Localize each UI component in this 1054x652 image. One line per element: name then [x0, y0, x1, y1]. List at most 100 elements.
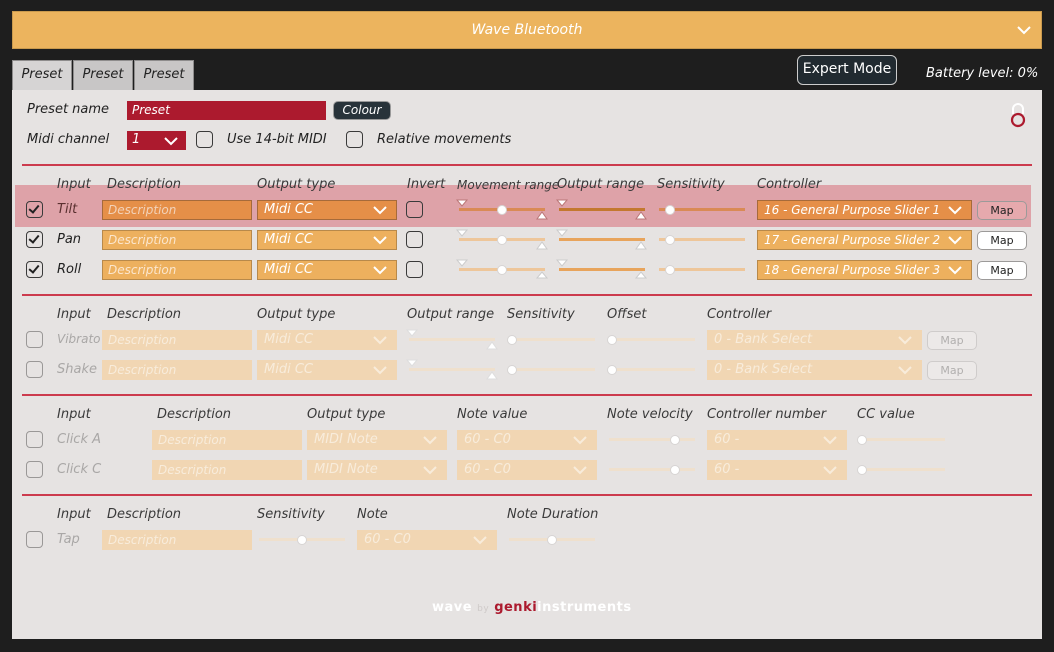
output-type-select[interactable]: MIDI Note — [307, 430, 447, 450]
device-dropdown[interactable]: Wave Bluetooth — [12, 11, 1042, 49]
note-velocity-slider[interactable] — [609, 438, 695, 441]
note-select[interactable]: 60 - C0 — [357, 530, 497, 550]
slider-knob[interactable] — [547, 535, 557, 545]
invert-checkbox[interactable] — [406, 261, 423, 278]
output-range-slider[interactable] — [409, 338, 495, 341]
slider-knob[interactable] — [507, 335, 517, 345]
header-description: Description — [107, 307, 182, 322]
controller-select[interactable]: 18 - General Purpose Slider 3 — [757, 260, 972, 280]
row-enable-checkbox[interactable] — [26, 431, 43, 448]
slider-knob[interactable] — [497, 235, 507, 245]
output-type-select[interactable]: Midi CC — [257, 260, 397, 280]
slider-knob[interactable] — [665, 205, 675, 215]
slider-knob[interactable] — [297, 535, 307, 545]
note-velocity-slider[interactable] — [609, 468, 695, 471]
row-enable-checkbox[interactable] — [26, 261, 43, 278]
map-button[interactable]: Map — [977, 261, 1027, 280]
midi-channel-select[interactable]: 1 — [127, 131, 186, 150]
slider-knob[interactable] — [665, 265, 675, 275]
header-input: Input — [57, 407, 91, 422]
row-enable-checkbox[interactable] — [26, 201, 43, 218]
midi-channel-value: 1 — [132, 132, 141, 147]
chevron-down-icon — [898, 336, 912, 345]
tab-label: Preset — [21, 67, 63, 82]
slider-knob[interactable] — [497, 265, 507, 275]
slider-knob[interactable] — [665, 235, 675, 245]
map-button[interactable]: Map — [977, 201, 1027, 220]
map-button[interactable]: Map — [927, 361, 977, 380]
slider-knob[interactable] — [857, 465, 867, 475]
tab-preset-3[interactable]: Preset — [134, 60, 194, 90]
output-range-slider[interactable] — [559, 268, 645, 271]
chevron-down-icon — [823, 466, 837, 475]
preset-name-field[interactable]: Preset — [127, 101, 326, 120]
description-field[interactable]: Description — [102, 260, 252, 280]
tab-preset-1[interactable]: Preset — [12, 60, 72, 90]
output-type-select[interactable]: Midi CC — [257, 200, 397, 220]
output-type-select[interactable]: Midi CC — [257, 230, 397, 250]
map-button[interactable]: Map — [927, 331, 977, 350]
row-enable-checkbox[interactable] — [26, 361, 43, 378]
row-enable-checkbox[interactable] — [26, 231, 43, 248]
header-movement-range: Movement range — [457, 178, 560, 192]
cc-value-slider[interactable] — [859, 468, 945, 471]
note-value-select[interactable]: 60 - C0 — [457, 430, 597, 450]
row-enable-checkbox[interactable] — [26, 461, 43, 478]
output-range-slider[interactable] — [559, 238, 645, 241]
description-field[interactable]: Description — [102, 200, 252, 220]
slider-knob[interactable] — [670, 435, 680, 445]
output-type-select[interactable]: MIDI Note — [307, 460, 447, 480]
chevron-down-icon — [373, 206, 387, 215]
controller-number-select[interactable]: 60 - — [707, 430, 847, 450]
invert-checkbox[interactable] — [406, 231, 423, 248]
description-field[interactable]: Description — [152, 430, 302, 450]
slider-knob[interactable] — [497, 205, 507, 215]
invert-checkbox[interactable] — [406, 201, 423, 218]
expert-mode-button[interactable]: Expert Mode — [797, 55, 897, 85]
slider-knob[interactable] — [507, 365, 517, 375]
row-enable-checkbox[interactable] — [26, 331, 43, 348]
slider-knob[interactable] — [607, 335, 617, 345]
midi-channel-label: Midi channel — [27, 132, 110, 147]
cc-value-slider[interactable] — [859, 438, 945, 441]
description-field[interactable]: Description — [102, 330, 252, 350]
description-field[interactable]: Description — [102, 230, 252, 250]
note-value-select[interactable]: 60 - C0 — [457, 460, 597, 480]
tab-preset-2[interactable]: Preset — [73, 60, 133, 90]
note-value: 60 - C0 — [364, 532, 411, 547]
section-divider — [22, 394, 1032, 396]
colour-button[interactable]: Colour — [333, 101, 391, 120]
output-type-select[interactable]: Midi CC — [257, 360, 397, 380]
controller-select[interactable]: 0 - Bank Select — [707, 330, 922, 350]
chevron-down-icon — [373, 236, 387, 245]
header-description: Description — [107, 507, 182, 522]
output-type-value: MIDI Note — [314, 462, 378, 477]
description-field[interactable]: Description — [102, 530, 252, 550]
chevron-down-icon[interactable] — [1017, 24, 1031, 36]
offset-slider[interactable] — [609, 368, 695, 371]
logo-by: by — [477, 604, 490, 614]
slider-knob[interactable] — [607, 365, 617, 375]
slider-knob[interactable] — [857, 435, 867, 445]
chevron-down-icon — [423, 466, 437, 475]
slider-knob[interactable] — [670, 465, 680, 475]
relative-movements-checkbox[interactable] — [346, 131, 363, 148]
lock-icon[interactable] — [1008, 102, 1028, 128]
output-range-slider[interactable] — [559, 208, 645, 211]
map-button[interactable]: Map — [977, 231, 1027, 250]
description-field[interactable]: Description — [152, 460, 302, 480]
offset-slider[interactable] — [609, 338, 695, 341]
header-controller: Controller — [757, 177, 822, 192]
chevron-down-icon — [573, 466, 587, 475]
sensitivity-slider[interactable] — [509, 338, 595, 341]
controller-select[interactable]: 16 - General Purpose Slider 1 — [757, 200, 972, 220]
sensitivity-slider[interactable] — [509, 368, 595, 371]
use-14bit-checkbox[interactable] — [196, 131, 213, 148]
output-range-slider[interactable] — [409, 368, 495, 371]
controller-number-select[interactable]: 60 - — [707, 460, 847, 480]
description-field[interactable]: Description — [102, 360, 252, 380]
row-enable-checkbox[interactable] — [26, 531, 43, 548]
controller-select[interactable]: 0 - Bank Select — [707, 360, 922, 380]
output-type-select[interactable]: Midi CC — [257, 330, 397, 350]
controller-select[interactable]: 17 - General Purpose Slider 2 — [757, 230, 972, 250]
